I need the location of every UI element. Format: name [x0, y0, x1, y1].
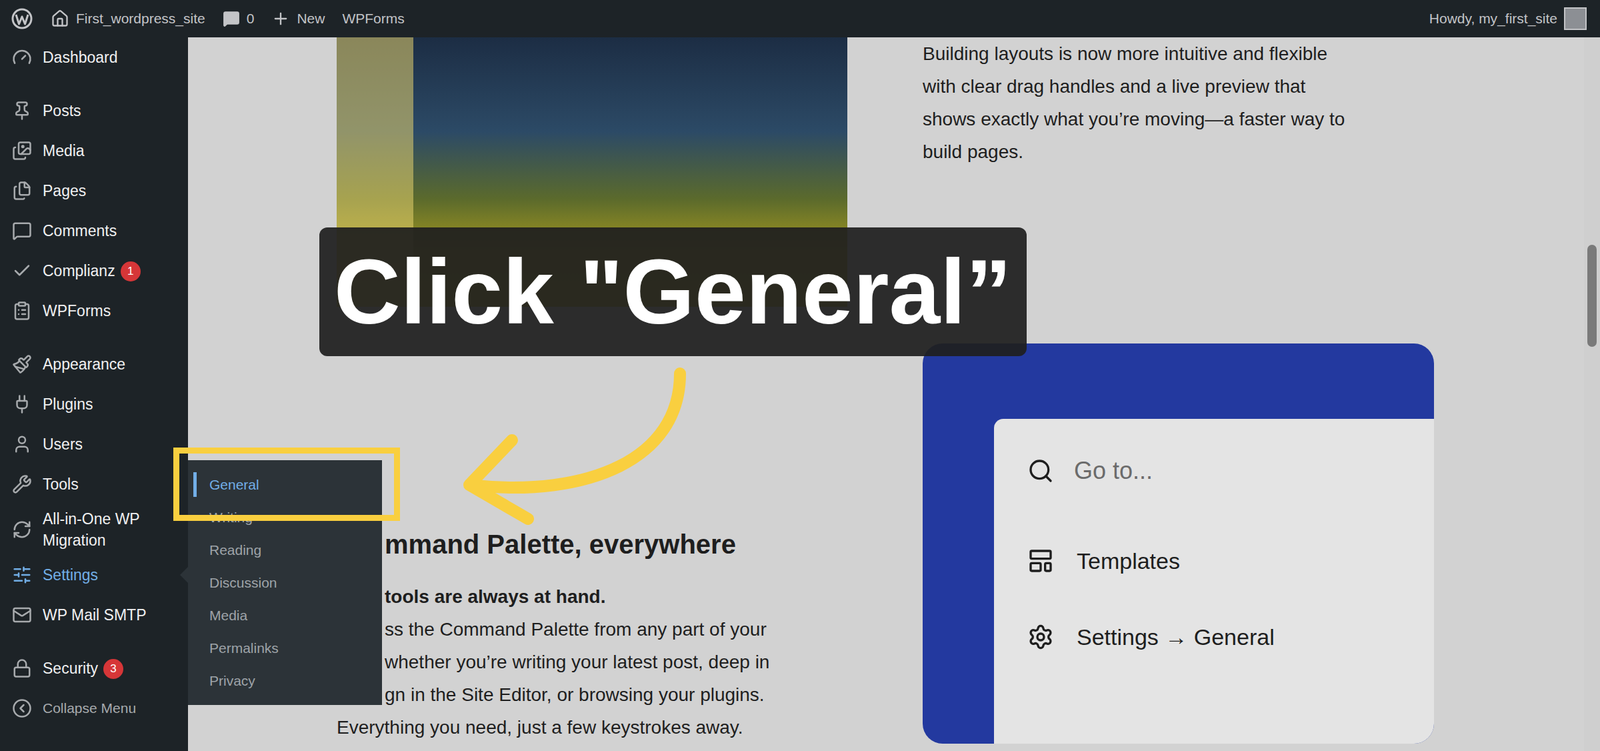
- dashboard-icon: [12, 47, 32, 68]
- sidebar-item[interactable]: Users: [0, 424, 188, 464]
- check-icon: [12, 260, 32, 281]
- section-line: tools are always at hand.: [336, 580, 848, 613]
- section-line: ss the Command Palette from any part of …: [336, 612, 848, 646]
- lock-icon: [12, 658, 32, 678]
- plus-icon: [271, 9, 290, 28]
- admin-sidebar: Dashboard PostsMediaPagesCommentsComplian…: [0, 37, 188, 751]
- palette-item[interactable]: Settings → General: [994, 598, 1434, 675]
- pin-icon: [12, 100, 32, 121]
- section-line: gn in the Site Editor, or browsing your …: [336, 678, 848, 711]
- section-line: Everything you need, just a few keystrok…: [336, 710, 848, 744]
- submenu-item[interactable]: Media: [188, 598, 382, 632]
- palette-item[interactable]: Templates: [994, 522, 1434, 599]
- home-icon: [50, 9, 70, 28]
- paragraph-line: shows exactly what you’re moving—a faste…: [922, 102, 1434, 136]
- submenu-item[interactable]: Reading: [188, 533, 382, 566]
- command-palette: Go to...TemplatesSettings → General: [994, 418, 1434, 744]
- site-link[interactable]: First_wordpress_site: [50, 9, 206, 28]
- mail-icon: [12, 604, 32, 625]
- comment-icon: [12, 220, 32, 241]
- settings-submenu: GeneralWritingReadingDiscussionMediaPerm…: [188, 460, 382, 705]
- submenu-item[interactable]: Permalinks: [188, 631, 382, 664]
- submenu-item[interactable]: Writing: [188, 500, 382, 534]
- about-page: mmand Palette, everywhere tools are alway…: [188, 37, 1584, 751]
- section-heading: mmand Palette, everywhere: [336, 526, 848, 562]
- submenu-item[interactable]: Discussion: [188, 566, 382, 599]
- comments-link[interactable]: 0: [222, 10, 255, 28]
- wordpress-admin: First_wordpress_site 0 New WPForms Howdy, my…: [0, 0, 1600, 751]
- sidebar-item[interactable]: Posts: [0, 90, 188, 131]
- template-icon: [1027, 547, 1054, 574]
- sidebar-item[interactable]: Dashboard: [0, 37, 188, 78]
- gear-icon: [1027, 623, 1054, 650]
- sidebar-item[interactable]: WP Mail SMTP: [0, 594, 188, 635]
- scrollbar[interactable]: [1584, 37, 1600, 751]
- comment-icon: [222, 10, 240, 28]
- sidebar-item[interactable]: Complianz1: [0, 250, 188, 291]
- avatar: [1564, 7, 1587, 30]
- tutorial-callout: Click "General”: [319, 227, 1027, 356]
- paintbrush-icon: [12, 354, 32, 374]
- paragraph-line: with clear drag handles and a live previ…: [922, 70, 1434, 103]
- account-menu[interactable]: Howdy, my_first_site: [1429, 7, 1587, 30]
- wordpress-logo-icon[interactable]: [10, 7, 34, 30]
- submenu-item[interactable]: Privacy: [188, 664, 382, 697]
- search-icon: [1027, 457, 1054, 484]
- admin-bar: First_wordpress_site 0 New WPForms Howdy, my…: [0, 0, 1600, 38]
- sidebar-item[interactable]: All-in-One WP Migration: [0, 504, 188, 555]
- media-icon: [12, 140, 32, 161]
- palette-search[interactable]: Go to...: [994, 418, 1434, 523]
- sidebar-item[interactable]: WPForms: [0, 290, 188, 331]
- user-icon: [12, 434, 32, 454]
- sidebar-item[interactable]: Media: [0, 130, 188, 171]
- sliders-icon: [12, 564, 32, 585]
- sidebar-item[interactable]: Tools: [0, 464, 188, 504]
- wrench-icon: [12, 474, 32, 494]
- pages-icon: [12, 180, 32, 201]
- submenu-item[interactable]: General: [188, 468, 382, 501]
- collapse-icon: [12, 698, 32, 718]
- command-palette-card: Go to...TemplatesSettings → General: [922, 343, 1434, 744]
- sidebar-item[interactable]: Pages: [0, 170, 188, 211]
- count-badge: 3: [103, 658, 124, 679]
- scroll-thumb[interactable]: [1587, 244, 1597, 347]
- paragraph-line: build pages.: [922, 135, 1434, 168]
- sidebar-item[interactable]: Plugins: [0, 384, 188, 424]
- sidebar-item[interactable]: Security3: [0, 648, 188, 688]
- section-line: whether you’re writing your latest post,…: [336, 645, 848, 678]
- sidebar-item[interactable]: Settings: [0, 554, 188, 595]
- paragraph-line: Building layouts is now more intuitive a…: [922, 37, 1434, 70]
- collapse-menu[interactable]: Collapse Menu: [0, 688, 188, 728]
- new-link[interactable]: New: [271, 9, 325, 28]
- wpforms-link[interactable]: WPForms: [342, 10, 404, 27]
- count-badge: 1: [120, 261, 141, 282]
- sidebar-item[interactable]: Appearance: [0, 344, 188, 384]
- feature-section: mmand Palette, everywhere tools are alway…: [336, 526, 848, 744]
- sidebar-item[interactable]: Comments: [0, 210, 188, 251]
- plug-icon: [12, 394, 32, 414]
- migration-icon: [12, 519, 32, 540]
- forms-icon: [12, 300, 32, 321]
